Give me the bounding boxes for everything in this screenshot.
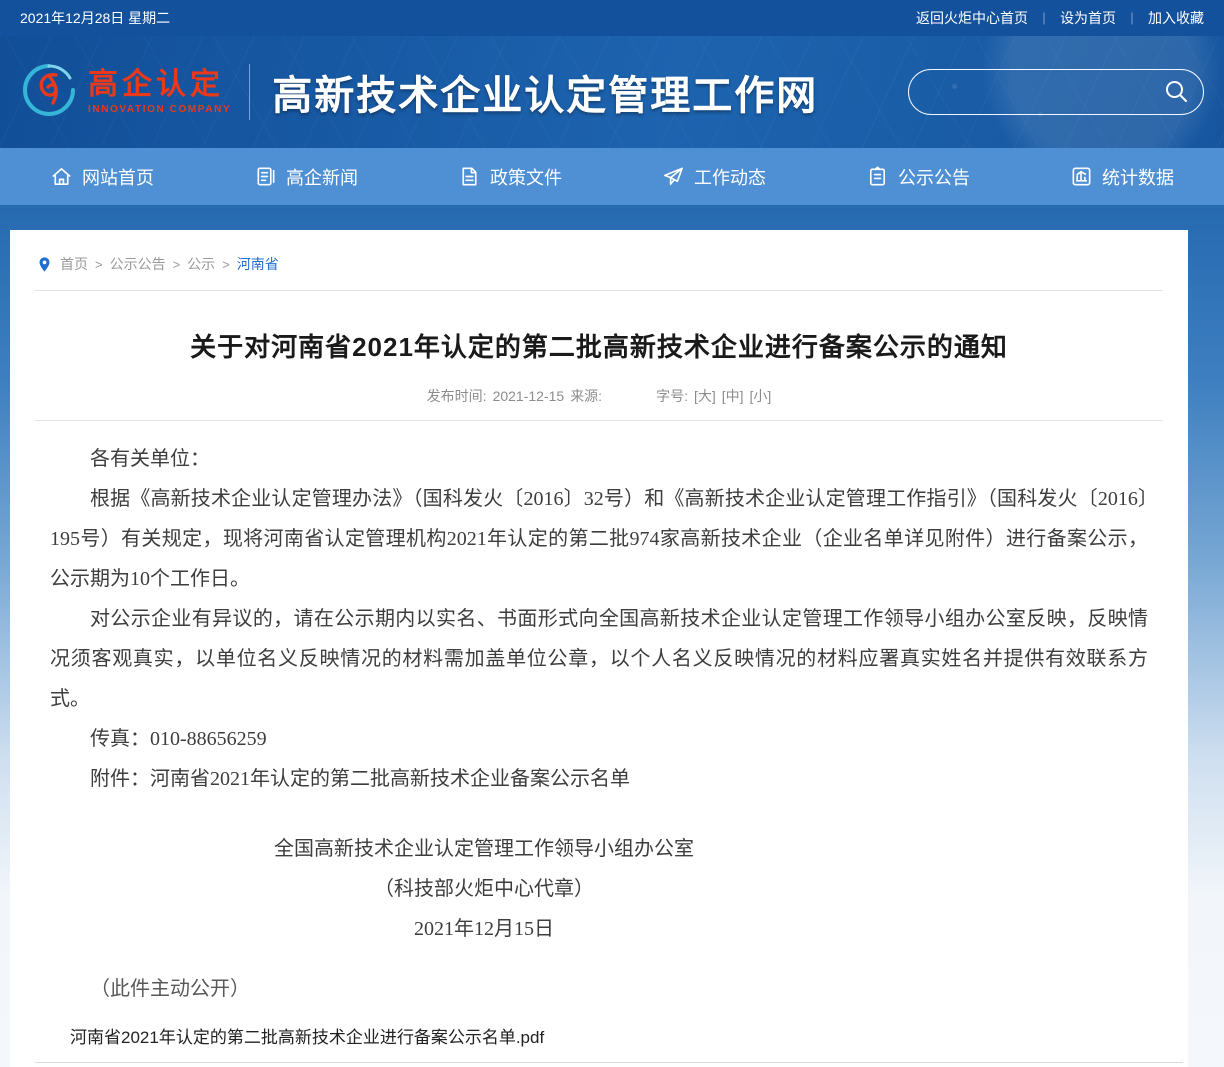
nav-label: 政策文件 <box>490 164 562 190</box>
breadcrumb-home[interactable]: 首页 <box>60 254 88 274</box>
current-date: 2021年12月28日 星期二 <box>20 8 170 28</box>
publish-time-label: 发布时间: <box>427 386 487 406</box>
logo-text: 高企认定 INNOVATION COMPANY <box>88 70 231 115</box>
nav-label: 公示公告 <box>898 164 970 190</box>
nav-item-work[interactable]: 工作动态 <box>612 148 816 205</box>
nav-item-stats[interactable]: 统计数据 <box>1020 148 1224 205</box>
header-divider <box>249 64 250 120</box>
clipboard-icon <box>866 165 889 188</box>
nav-label: 统计数据 <box>1102 164 1174 190</box>
nav-item-news[interactable]: 高企新闻 <box>204 148 408 205</box>
logo-swirl-icon <box>20 61 78 124</box>
nav-label: 网站首页 <box>82 164 154 190</box>
source-label: 来源: <box>570 386 602 406</box>
home-icon <box>50 165 73 188</box>
nav-item-announcement[interactable]: 公示公告 <box>816 148 1020 205</box>
article-header: 关于对河南省2021年认定的第二批高新技术企业进行备案公示的通知 发布时间: 2… <box>10 291 1188 406</box>
salutation: 各有关单位： <box>50 439 1148 479</box>
signature-seal: （科技部火炬中心代章） <box>50 869 918 909</box>
search-button[interactable] <box>1163 78 1189 107</box>
attachment-row: 河南省2021年认定的第二批高新技术企业进行备案公示名单.pdf <box>10 1009 1188 1048</box>
search-icon <box>1163 78 1189 107</box>
search-input[interactable] <box>929 84 1163 101</box>
topbar-links: 返回火炬中心首页 ｜ 设为首页 ｜ 加入收藏 <box>916 8 1204 28</box>
site-title: 高新技术企业认定管理工作网 <box>272 63 818 121</box>
signature-org: 全国高新技术企业认定管理工作领导小组办公室 <box>50 829 918 869</box>
bar-chart-icon <box>1070 165 1093 188</box>
link-set-homepage[interactable]: 设为首页 <box>1060 8 1116 28</box>
breadcrumb-announcements[interactable]: 公示公告 <box>110 254 166 274</box>
article-meta: 发布时间: 2021-12-15 来源: 字号: [大] [中] [小] <box>40 386 1158 406</box>
separator: ｜ <box>1126 10 1138 27</box>
policy-doc-icon <box>458 165 481 188</box>
main-nav: 网站首页 高企新闻 政策文件 工作动态 公示公告 <box>0 148 1224 205</box>
breadcrumb-separator: > <box>95 257 103 272</box>
news-icon <box>254 165 277 188</box>
logo-title: 高企认定 <box>88 70 231 100</box>
separator: ｜ <box>1038 10 1050 27</box>
article-body: 各有关单位： 根据《高新技术企业认定管理办法》（国科发火〔2016〕32号）和《… <box>10 421 1188 1009</box>
content-panel: 首页 > 公示公告 > 公示 > 河南省 关于对河南省2021年认定的第二批高新… <box>10 230 1188 1067</box>
top-bar: 2021年12月28日 星期二 返回火炬中心首页 ｜ 设为首页 ｜ 加入收藏 <box>0 0 1224 36</box>
page-title: 关于对河南省2021年认定的第二批高新技术企业进行备案公示的通知 <box>40 327 1158 364</box>
logo-subtitle: INNOVATION COMPANY <box>88 105 231 115</box>
breadcrumb: 首页 > 公示公告 > 公示 > 河南省 <box>10 230 1188 290</box>
publish-date: 2021-12-15 <box>493 388 565 404</box>
breadcrumb-publicity[interactable]: 公示 <box>187 254 215 274</box>
attachment-line: 附件：河南省2021年认定的第二批高新技术企业备案公示名单 <box>50 759 1148 799</box>
fontsize-medium-button[interactable]: [中] <box>722 386 744 406</box>
paragraph: 对公示企业有异议的，请在公示期内以实名、书面形式向全国高新技术企业认定管理工作领… <box>50 599 1148 719</box>
link-add-favorite[interactable]: 加入收藏 <box>1148 8 1204 28</box>
paragraph: 根据《高新技术企业认定管理办法》（国科发火〔2016〕32号）和《高新技术企业认… <box>50 479 1148 599</box>
fontsize-label: 字号: <box>656 386 688 406</box>
search-box <box>908 69 1204 115</box>
fax-line: 传真：010-88656259 <box>50 719 1148 759</box>
breadcrumb-separator: > <box>222 257 230 272</box>
bottom-divider <box>35 1062 1183 1063</box>
nav-label: 工作动态 <box>694 164 766 190</box>
location-pin-icon <box>36 255 53 274</box>
nav-item-policy[interactable]: 政策文件 <box>408 148 612 205</box>
site-header: 高企认定 INNOVATION COMPANY 高新技术企业认定管理工作网 <box>0 36 1224 148</box>
paper-plane-icon <box>662 165 685 188</box>
fontsize-small-button[interactable]: [小] <box>750 386 772 406</box>
fontsize-large-button[interactable]: [大] <box>694 386 716 406</box>
signature-date: 2021年12月15日 <box>50 909 918 949</box>
signature-block: 全国高新技术企业认定管理工作领导小组办公室 （科技部火炬中心代章） 2021年1… <box>50 829 918 949</box>
site-logo[interactable]: 高企认定 INNOVATION COMPANY <box>20 61 231 124</box>
attachment-pdf-link[interactable]: 河南省2021年认定的第二批高新技术企业进行备案公示名单.pdf <box>70 1028 544 1047</box>
breadcrumb-henan[interactable]: 河南省 <box>237 254 279 274</box>
nav-label: 高企新闻 <box>286 164 358 190</box>
nav-item-home[interactable]: 网站首页 <box>0 148 204 205</box>
link-torch-home[interactable]: 返回火炬中心首页 <box>916 8 1028 28</box>
disclosure-note: （此件主动公开） <box>50 969 1148 1009</box>
breadcrumb-separator: > <box>173 257 181 272</box>
